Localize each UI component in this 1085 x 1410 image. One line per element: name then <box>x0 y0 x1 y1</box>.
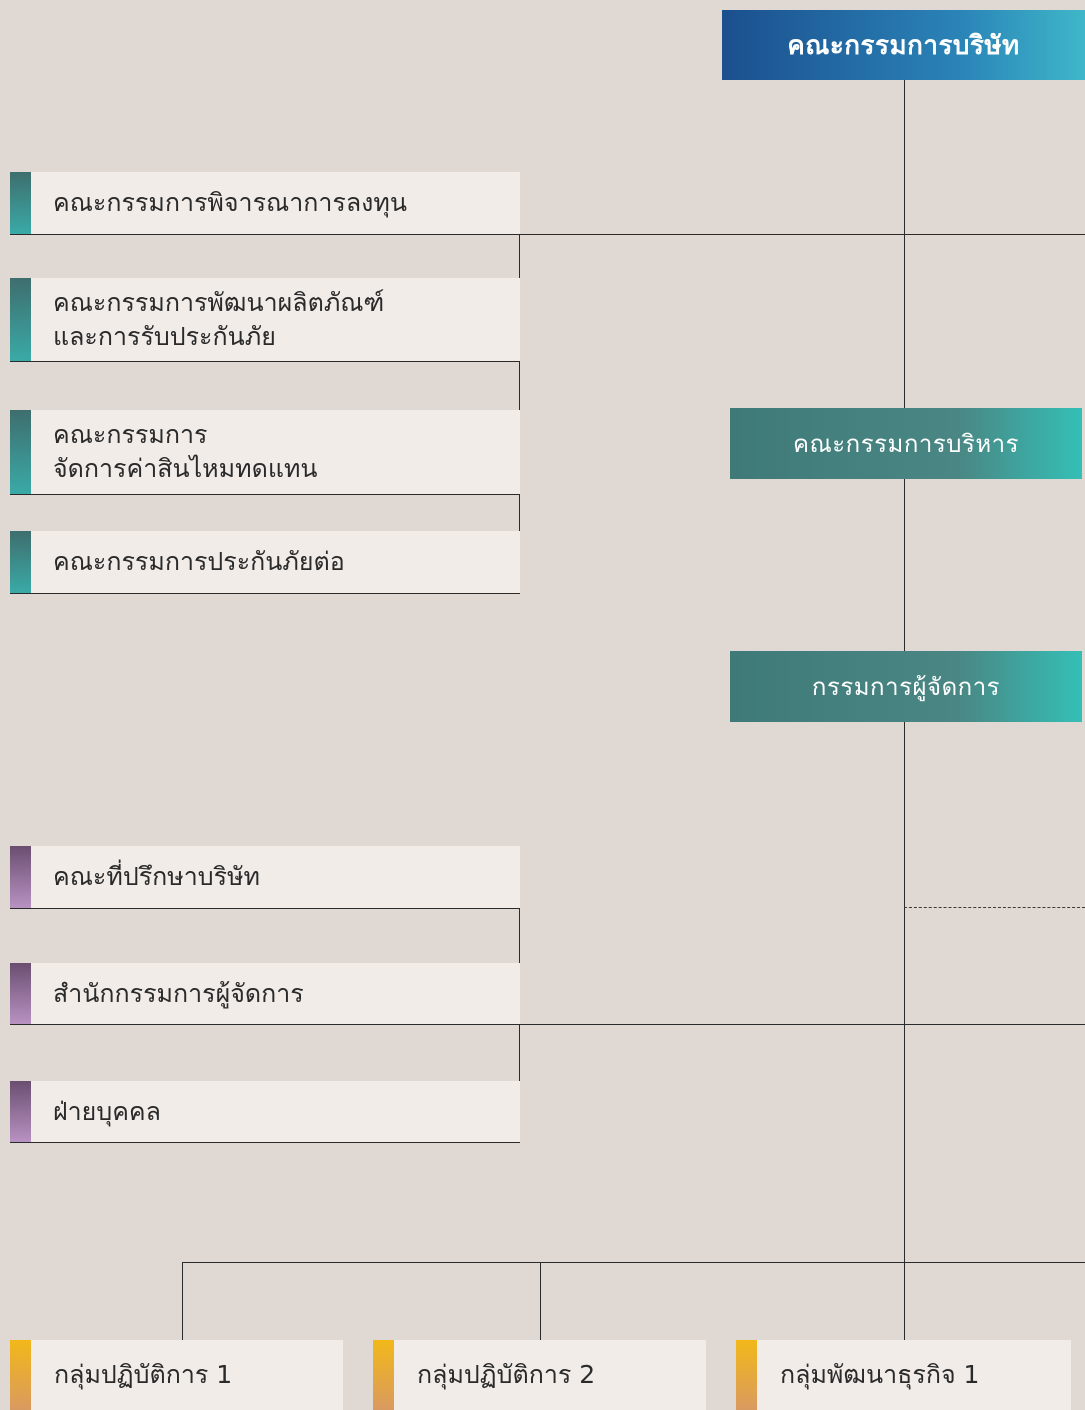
group-accent <box>736 1340 757 1410</box>
group-business-development-1: กลุ่มพัฒนาธุรกิจ 1 <box>736 1340 1071 1410</box>
advisory-dashed-line <box>904 907 1085 908</box>
unit-label: สำนักกรรมการผู้จัดการ <box>53 978 304 1008</box>
committee-label-line2: และการรับประกันภัย <box>53 321 276 351</box>
committee-accent <box>10 531 31 593</box>
committee-accent <box>10 278 31 361</box>
unit-md-office: สำนักกรรมการผู้จัดการ <box>10 963 520 1025</box>
committee-label: คณะกรรมการประกันภัยต่อ <box>53 547 345 576</box>
board-of-directors-box: คณะกรรมการบริษัท <box>722 10 1085 80</box>
group-operations-2: กลุ่มปฏิบัติการ 2 <box>373 1340 706 1410</box>
groups-branch-line <box>182 1262 1085 1263</box>
group-label: กลุ่มพัฒนาธุรกิจ 1 <box>780 1360 980 1389</box>
staff-branch-line <box>520 1024 1085 1025</box>
committee-branch-line <box>520 234 1085 235</box>
board-of-directors-label: คณะกรรมการบริษัท <box>787 30 1020 61</box>
committee-accent <box>10 172 31 234</box>
unit-accent <box>10 1081 31 1142</box>
group-operations-1: กลุ่มปฏิบัติการ 1 <box>10 1340 343 1410</box>
committee-accent <box>10 410 31 494</box>
committee-claims: คณะกรรมการ จัดการค่าสินไหมทดแทน <box>10 410 520 495</box>
committee-reinsurance: คณะกรรมการประกันภัยต่อ <box>10 531 520 594</box>
unit-label: คณะที่ปรึกษาบริษัท <box>53 862 261 891</box>
unit-human-resources: ฝ่ายบุคคล <box>10 1081 520 1143</box>
group-label: กลุ่มปฏิบัติการ 2 <box>417 1360 596 1389</box>
group-accent <box>373 1340 394 1410</box>
committee-label-line2: จัดการค่าสินไหมทดแทน <box>53 454 318 483</box>
committee-product-underwriting: คณะกรรมการพัฒนาผลิตภัณฑ์ และการรับประกัน… <box>10 278 520 362</box>
committee-label: คณะกรรมการพิจารณาการลงทุน <box>53 188 407 217</box>
committee-label-line1: คณะกรรมการพัฒนาผลิตภัณฑ์ <box>53 287 385 317</box>
executive-committee-label: คณะกรรมการบริหาร <box>792 430 1020 458</box>
unit-advisors: คณะที่ปรึกษาบริษัท <box>10 846 520 909</box>
unit-accent <box>10 846 31 908</box>
managing-director-box: กรรมการผู้จัดการ <box>730 651 1082 722</box>
executive-committee-box: คณะกรรมการบริหาร <box>730 408 1082 479</box>
unit-accent <box>10 963 31 1024</box>
group1-drop-line <box>182 1262 183 1340</box>
managing-director-label: กรรมการผู้จัดการ <box>811 673 1001 701</box>
committee-label-line1: คณะกรรมการ <box>53 420 208 449</box>
committee-investment: คณะกรรมการพิจารณาการลงทุน <box>10 172 520 235</box>
group-label: กลุ่มปฏิบัติการ 1 <box>54 1360 233 1389</box>
group2-drop-line <box>540 1262 541 1340</box>
unit-label: ฝ่ายบุคคล <box>53 1096 161 1126</box>
group-accent <box>10 1340 31 1410</box>
